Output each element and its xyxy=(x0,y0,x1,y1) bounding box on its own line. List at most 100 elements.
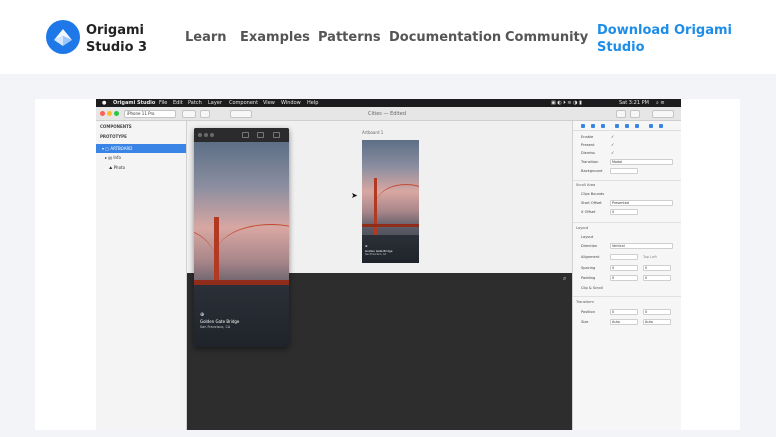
origami-logo-icon[interactable] xyxy=(46,20,80,54)
device-select[interactable]: iPhone 11 Pro xyxy=(124,110,176,118)
background-color-field[interactable] xyxy=(610,168,638,174)
x-offset-field[interactable]: 0 xyxy=(610,209,638,215)
zoom-window-icon[interactable] xyxy=(114,111,119,116)
inspector-label: Start Offset xyxy=(581,201,602,205)
menu-app-name[interactable]: Origami Studio xyxy=(113,99,155,107)
scroll-section-header[interactable]: Scroll Area xyxy=(576,183,595,187)
download-origami-studio-link[interactable]: Download Origami Studio xyxy=(597,22,737,56)
apple-icon: ● xyxy=(102,100,107,106)
toolbar-lock-button[interactable] xyxy=(616,110,626,118)
size-width-field[interactable]: Auto xyxy=(610,319,638,325)
toolbar-share-button[interactable] xyxy=(630,110,640,118)
artboard-label: Artboard 1 xyxy=(362,130,384,135)
nav-link-learn[interactable]: Learn xyxy=(185,30,227,45)
bridge-deck xyxy=(362,224,419,227)
position-x-field[interactable]: 0 xyxy=(610,309,638,315)
layer-row-artboard[interactable]: ▾ ▢ ARTBOARD xyxy=(96,144,186,153)
menu-edit[interactable]: Edit xyxy=(173,99,183,107)
brand-line-1: Origami xyxy=(86,23,144,38)
divider xyxy=(573,296,681,297)
distribute-v-icon[interactable] xyxy=(659,124,663,128)
brand-line-2: Studio 3 xyxy=(86,40,148,55)
viewer-close-icon[interactable] xyxy=(198,133,202,137)
viewer-titlebar xyxy=(194,128,289,142)
toolbar-layout-button[interactable] xyxy=(230,110,252,118)
viewer-caption-title: Golden Gate Bridge xyxy=(200,319,240,324)
layer-label: Info xyxy=(113,155,121,160)
nav-link-examples[interactable]: Examples xyxy=(240,30,310,45)
present-checkbox[interactable]: ✓ xyxy=(611,142,614,147)
viewer-zoom-icon[interactable] xyxy=(210,133,214,137)
divider xyxy=(573,180,681,181)
inspector-label: Padding xyxy=(581,276,596,280)
menu-window[interactable]: Window xyxy=(281,99,301,107)
spacing-field[interactable]: 0 xyxy=(610,265,638,271)
patch-search-icon[interactable]: ⌕ xyxy=(563,275,566,283)
inspector-label: Transition xyxy=(581,160,599,164)
artboard-caption-sub: San Francisco, CA xyxy=(365,253,387,256)
enable-checkbox[interactable]: ✓ xyxy=(611,134,614,139)
toolbar-panels-button[interactable] xyxy=(652,110,674,118)
dismiss-checkbox[interactable]: ✓ xyxy=(611,150,614,155)
toolbar-zoom-button[interactable] xyxy=(182,110,196,118)
window-toolbar: iPhone 11 Pro Cities — Edited xyxy=(96,107,681,121)
inspector-label: Enable xyxy=(581,135,594,139)
artboard-caption-icon: ⊕ xyxy=(365,244,368,248)
start-offset-select[interactable]: Presented xyxy=(610,200,673,206)
close-window-icon[interactable] xyxy=(100,111,105,116)
nav-link-documentation[interactable]: Documentation xyxy=(389,30,501,45)
align-bottom-icon[interactable] xyxy=(635,124,639,128)
divider xyxy=(573,222,681,223)
layer-label: Photo xyxy=(113,165,126,170)
minimize-window-icon[interactable] xyxy=(107,111,112,116)
toolbar-preview-button[interactable] xyxy=(200,110,210,118)
viewer-edit-icon[interactable] xyxy=(242,132,249,138)
align-center-icon[interactable] xyxy=(591,124,595,128)
viewer-minimize-icon[interactable] xyxy=(204,133,208,137)
viewer-caption-sub: San Francisco, CA xyxy=(200,325,231,329)
inspector-label: Background xyxy=(581,169,603,173)
viewer-photo[interactable]: ⊕ Golden Gate Bridge San Francisco, CA xyxy=(194,142,289,347)
inspector-panel: Enable ✓ Present ✓ Dismiss ✓ Transition … xyxy=(572,121,681,430)
padding-field[interactable]: 0 xyxy=(610,275,638,281)
position-y-field[interactable]: 0 xyxy=(643,309,671,315)
size-height-field[interactable]: Auto xyxy=(643,319,671,325)
padding-field-2[interactable]: 0 xyxy=(643,275,671,281)
viewer-window[interactable]: ⊕ Golden Gate Bridge San Francisco, CA xyxy=(194,128,289,347)
menu-help[interactable]: Help xyxy=(307,99,318,107)
bridge-cable xyxy=(216,224,289,284)
distribute-h-icon[interactable] xyxy=(649,124,653,128)
document-title: Cities — Edited xyxy=(368,111,407,117)
direction-select[interactable]: Vertical xyxy=(610,243,673,249)
layer-row-photo[interactable]: ⛰ Photo xyxy=(96,163,186,172)
inspector-label: Present xyxy=(581,143,595,147)
menu-layer[interactable]: Layer xyxy=(208,99,222,107)
alignment-value: Top Left xyxy=(643,255,657,259)
menu-file[interactable]: File xyxy=(159,99,167,107)
alignment-grid[interactable] xyxy=(610,254,638,260)
layout-section-header[interactable]: Layout xyxy=(576,226,588,230)
inspector-label: X Offset xyxy=(581,210,596,214)
transform-section-header[interactable]: Transform xyxy=(576,300,594,304)
water xyxy=(194,285,289,347)
viewer-settings-icon[interactable] xyxy=(273,132,280,138)
spotlight-icon[interactable]: ⌕ ≡ xyxy=(656,99,665,107)
nav-link-community[interactable]: Community xyxy=(505,30,588,45)
viewer-device-icon[interactable] xyxy=(257,132,264,138)
align-right-icon[interactable] xyxy=(601,124,605,128)
align-top-icon[interactable] xyxy=(615,124,619,128)
menu-patch[interactable]: Patch xyxy=(188,99,202,107)
inspector-label: Clips Bounds xyxy=(581,192,605,196)
layer-row-info[interactable]: ▸ ▤ Info xyxy=(96,153,186,162)
spacing-field-2[interactable]: 0 xyxy=(643,265,671,271)
inspector-label: Clip & Scroll xyxy=(581,286,603,290)
align-middle-icon[interactable] xyxy=(625,124,629,128)
brand-name[interactable]: Origami Studio 3 xyxy=(86,22,156,56)
nav-link-patterns[interactable]: Patterns xyxy=(318,30,381,45)
menu-view[interactable]: View xyxy=(263,99,275,107)
menu-component[interactable]: Component xyxy=(229,99,258,107)
transition-select[interactable]: Modal xyxy=(610,159,673,165)
prototype-section-header: PROTOTYPE xyxy=(100,134,127,139)
artboard-photo[interactable]: ⊕ Golden Gate Bridge San Francisco, CA xyxy=(362,140,419,263)
align-left-icon[interactable] xyxy=(581,124,585,128)
